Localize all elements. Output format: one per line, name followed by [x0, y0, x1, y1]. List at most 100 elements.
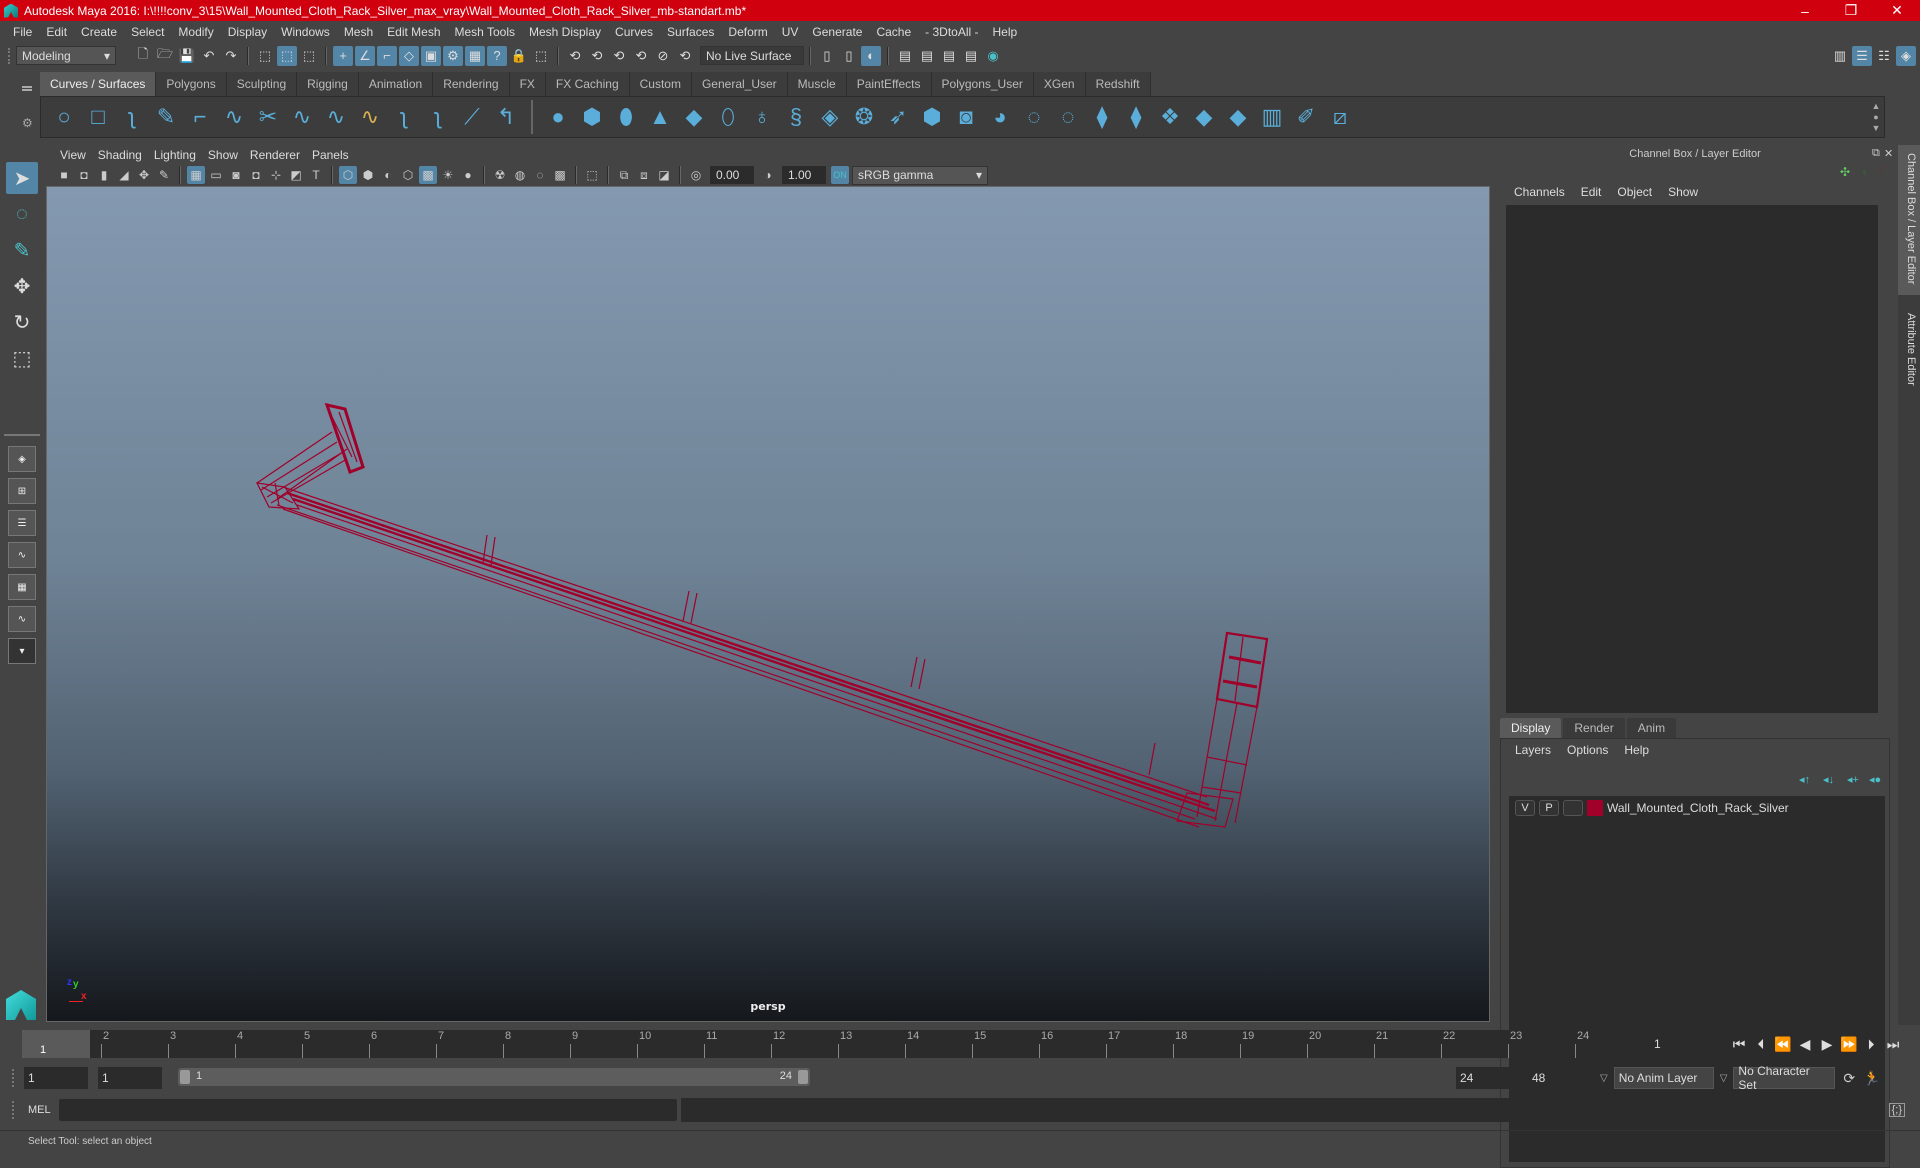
shelf-tab-rigging[interactable]: Rigging — [297, 72, 359, 96]
snap-curve-icon[interactable]: ∠ — [355, 45, 375, 66]
go-to-end-icon[interactable]: ⏭ — [1882, 1036, 1904, 1053]
character-set-chevron-icon[interactable]: ▽ — [1720, 1073, 1728, 1084]
trim-tool-icon[interactable]: ◌ — [1017, 100, 1051, 134]
step-forward-frame-icon[interactable]: ⏩ — [1838, 1036, 1860, 1053]
planar-icon[interactable]: ◈ — [813, 100, 847, 134]
menu-help[interactable]: Help — [986, 25, 1025, 39]
bevel-plus-icon[interactable]: ⬢ — [915, 100, 949, 134]
lock-icon[interactable]: 🔒 — [509, 46, 529, 66]
current-frame-marker[interactable]: 1 — [22, 1030, 90, 1058]
menu-select[interactable]: Select — [124, 25, 171, 39]
shelf-tab-polygons[interactable]: Polygons — [156, 72, 227, 96]
grip-handle[interactable] — [12, 1068, 16, 1087]
rebuild-surface-icon[interactable]: ▥ — [1255, 100, 1289, 134]
shelf-menu-icon[interactable] — [22, 86, 32, 88]
untrim-icon[interactable]: ◌ — [1051, 100, 1085, 134]
snap-question-icon[interactable]: ? — [487, 45, 507, 66]
shelf-scroll-arrows[interactable]: ▲ ● ▼ — [1868, 101, 1884, 134]
close-panel-icon[interactable]: ✕ — [1884, 147, 1893, 160]
step-forward-key-icon[interactable]: ⏵ — [1860, 1036, 1882, 1053]
minimize-button[interactable]: – — [1782, 3, 1828, 19]
layer-color-swatch[interactable] — [1587, 800, 1603, 816]
field-chart-icon[interactable]: ⊹ — [267, 166, 285, 184]
surface-edit-icon[interactable]: ⧄ — [1323, 100, 1357, 134]
open-scene-icon[interactable]: 🗁 — [155, 46, 175, 66]
gamma-field[interactable]: 1.00 — [782, 166, 826, 184]
animation-start-field[interactable]: 1 — [24, 1066, 88, 1089]
motion-blur-icon[interactable]: ◍ — [511, 166, 529, 184]
nurbs-cone-icon[interactable]: ▲ — [643, 100, 677, 134]
history-output-icon[interactable]: ⟲ — [587, 46, 607, 66]
reverse-curve-icon[interactable]: ʅ — [387, 100, 421, 134]
default-material-icon[interactable]: ◐ — [379, 166, 397, 184]
view-transform-dropdown[interactable]: sRGB gamma ▾ — [852, 165, 988, 185]
cb-menu-show[interactable]: Show — [1660, 185, 1706, 199]
shelf-tab-sculpting[interactable]: Sculpting — [226, 72, 298, 96]
shelf-settings-gear-icon[interactable]: ⚙ — [22, 116, 33, 130]
shelf-tab-curves-surfaces[interactable]: Curves / Surfaces — [40, 72, 157, 96]
hypershade-layout-icon[interactable]: ▦ — [8, 574, 36, 600]
shelf-tab-polygons-user[interactable]: Polygons_User — [931, 72, 1034, 96]
play-backward-icon[interactable]: ◀ — [1794, 1036, 1816, 1053]
gate-mask-icon[interactable]: ◘ — [247, 166, 265, 184]
modeling-toolkit-icon[interactable]: ▥ — [1830, 46, 1850, 66]
magnet-icon[interactable]: ⟲ — [675, 46, 695, 66]
detach-curve-icon[interactable]: ∿ — [319, 100, 353, 134]
layer-tab-display[interactable]: Display — [1500, 718, 1562, 738]
snap-point-icon[interactable]: ⌐ — [377, 45, 397, 66]
snap-render-icon[interactable]: ▦ — [465, 45, 485, 66]
single-view-layout-icon[interactable]: ◈ — [8, 446, 36, 472]
attach-curve-icon[interactable]: ∿ — [285, 100, 319, 134]
move-layer-up-icon[interactable]: ◂↑ — [1799, 773, 1810, 786]
insert-knot-icon[interactable]: ⟋ — [455, 100, 489, 134]
grid-toggle-icon[interactable]: ▦ — [187, 166, 205, 184]
cb-menu-channels[interactable]: Channels — [1506, 185, 1573, 199]
depth-of-field-icon[interactable]: ▩ — [551, 166, 569, 184]
live-surface-field[interactable]: No Live Surface — [700, 46, 804, 65]
layer-tab-anim[interactable]: Anim — [1626, 718, 1677, 738]
playback-start-field[interactable]: 1 — [98, 1066, 162, 1089]
2d-pan-zoom-icon[interactable]: ✥ — [135, 166, 153, 184]
auto-key-icon[interactable]: ⟳ — [1843, 1070, 1855, 1087]
menu-windows[interactable]: Windows — [274, 25, 337, 39]
shadows-icon[interactable]: ● — [459, 166, 477, 184]
loft-icon[interactable]: § — [779, 100, 813, 134]
lasso-tool-icon[interactable]: ◌ — [6, 198, 38, 230]
layer-menu-layers[interactable]: Layers — [1507, 743, 1559, 757]
sculpt-surface-icon[interactable]: ✐ — [1289, 100, 1323, 134]
shelf-tab-fx[interactable]: FX — [509, 72, 546, 96]
move-tool-icon[interactable]: ✥ — [6, 270, 38, 302]
menu-cache[interactable]: Cache — [869, 25, 918, 39]
gamma-icon[interactable]: ◑ — [759, 166, 777, 184]
grease-pencil-icon[interactable]: ✎ — [155, 166, 173, 184]
screen-space-ao-icon[interactable]: ☢ — [491, 166, 509, 184]
square-surface-icon[interactable]: ◕ — [983, 100, 1017, 134]
new-layer-icon[interactable]: ◂+ — [1847, 773, 1859, 786]
layer-menu-options[interactable]: Options — [1559, 743, 1616, 757]
rebuild-curve-icon[interactable]: ∿ — [353, 100, 387, 134]
safe-action-icon[interactable]: ◩ — [287, 166, 305, 184]
menu-file[interactable]: File — [6, 25, 39, 39]
move-layer-down-icon[interactable]: ◂↓ — [1823, 773, 1834, 786]
nurbs-torus-icon[interactable]: ⬯ — [711, 100, 745, 134]
xray-active-icon[interactable]: ⧈ — [635, 166, 653, 184]
panel-menu-shading[interactable]: Shading — [92, 148, 148, 162]
stitch-icon[interactable]: ◆ — [1187, 100, 1221, 134]
layer-visibility-toggle[interactable]: V — [1515, 800, 1535, 816]
birail-icon[interactable]: ➶ — [881, 100, 915, 134]
history-off-icon[interactable]: ⊘ — [653, 46, 673, 66]
scale-tool-icon[interactable]: ⬚ — [6, 342, 38, 374]
select-camera-icon[interactable]: ■ — [55, 166, 73, 184]
menu-surfaces[interactable]: Surfaces — [660, 25, 721, 39]
nurbs-cube-icon[interactable]: ⬢ — [575, 100, 609, 134]
revolve-icon[interactable]: ♁ — [745, 100, 779, 134]
shelf-tab-muscle[interactable]: Muscle — [787, 72, 847, 96]
bookmark-icon[interactable]: ▮ — [95, 166, 113, 184]
fillet-icon[interactable]: ❖ — [1153, 100, 1187, 134]
panel-menu-view[interactable]: View — [54, 148, 92, 162]
wireframe-on-shaded-icon[interactable]: ⬡ — [399, 166, 417, 184]
history-input-icon[interactable]: ⟲ — [565, 46, 585, 66]
select-component-icon[interactable]: ⬚ — [299, 46, 319, 66]
menu-3dtoall[interactable]: - 3DtoAll - — [918, 25, 985, 39]
project-curve-icon[interactable]: ⧫ — [1119, 100, 1153, 134]
